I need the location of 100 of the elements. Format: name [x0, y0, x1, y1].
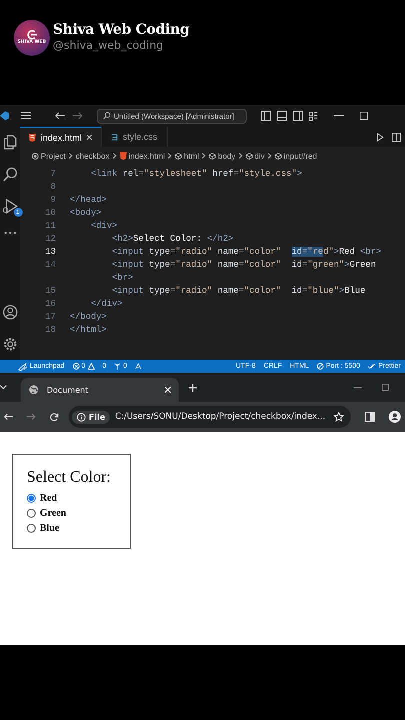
channel-handle: @shiva_web_coding	[53, 39, 165, 53]
double-check-icon	[368, 363, 376, 370]
settings-icon[interactable]	[2, 337, 18, 352]
cube-icon	[209, 152, 216, 160]
line-number: 15	[44, 285, 57, 298]
target-icon	[32, 152, 39, 160]
line-number: 17	[44, 311, 57, 324]
chevron-icon	[68, 153, 73, 159]
side-panel-icon[interactable]	[365, 412, 375, 422]
code-line: <input type="radio" name="color" id="red">Red <br>	[111, 246, 382, 259]
html-file-icon	[29, 134, 36, 142]
error-icon	[72, 363, 80, 370]
logo-icon	[26, 30, 38, 40]
antenna-icon	[114, 363, 122, 370]
panel-layout-icon[interactable]	[277, 111, 287, 121]
layout-grid-icon[interactable]	[309, 112, 318, 120]
files-icon[interactable]	[4, 135, 16, 150]
chevron-icon	[268, 153, 272, 159]
code-line: <input type="radio" name="color" id="green">Green	[111, 259, 376, 272]
css-file-icon	[111, 134, 118, 140]
new-tab-icon[interactable]	[189, 384, 197, 392]
html-file-icon	[120, 152, 127, 160]
radio-label: Blue	[40, 523, 60, 534]
dropdown-icon[interactable]	[0, 385, 7, 390]
radio-button[interactable]	[27, 509, 36, 518]
code-line: <h2>Select Color: </h2>	[111, 233, 234, 246]
profile-icon[interactable]	[389, 411, 401, 423]
reload-icon[interactable]	[50, 412, 59, 422]
url-text: C:/Users/SONU/Desktop/Project/checkbox/index...	[115, 412, 327, 422]
chevron-icon	[238, 153, 243, 159]
radio-label: Red	[40, 493, 58, 504]
no-entry-icon	[317, 363, 324, 370]
logo-icon[interactable]	[0, 110, 9, 122]
breadcrumb-item[interactable]: Project	[32, 152, 66, 160]
code-line: <br>	[111, 272, 134, 285]
line-number: 13	[44, 246, 57, 259]
code-line: <input type="radio" name="color" id="blue">Blue	[111, 285, 366, 298]
minimize-icon[interactable]	[334, 115, 344, 117]
code-line: <body>	[70, 207, 102, 220]
channel-name: Shiva Web Coding	[53, 21, 190, 39]
cube-icon	[246, 152, 253, 160]
maximize-icon[interactable]	[382, 384, 389, 391]
line-number: 12	[44, 233, 57, 246]
warning-icon	[88, 363, 95, 370]
editor-tab[interactable]: style.css	[102, 127, 168, 147]
status-item[interactable]	[135, 363, 142, 370]
back-arrow-icon[interactable]	[4, 413, 13, 421]
more-icon[interactable]	[4, 231, 16, 235]
panel-layout-icon[interactable]	[261, 111, 271, 121]
search-icon[interactable]	[2, 167, 18, 182]
rocket-icon	[18, 362, 28, 370]
close-icon[interactable]	[87, 135, 92, 140]
forward-arrow-icon[interactable]	[27, 413, 36, 421]
minimize-icon[interactable]	[354, 386, 362, 388]
line-number: 14	[44, 259, 57, 272]
chevron-icon	[168, 153, 172, 159]
breadcrumb-item[interactable]: checkbox	[76, 152, 110, 160]
editor-tab[interactable]: index.html	[20, 127, 102, 147]
breadcrumb-item[interactable]: div	[246, 152, 265, 160]
breadcrumb-item[interactable]: html	[175, 152, 200, 160]
line-number: 11	[44, 220, 57, 233]
maximize-icon[interactable]	[360, 112, 368, 120]
search-icon	[103, 112, 111, 120]
line-number: 16	[44, 298, 57, 311]
back-arrow-icon[interactable]	[55, 112, 65, 120]
run-icon[interactable]	[377, 132, 384, 142]
radio-button[interactable]	[27, 494, 36, 503]
code-line: <link rel="stylesheet" href="style.css">	[90, 168, 302, 181]
browser-tab[interactable]: Document	[21, 378, 179, 402]
code-line: </body>	[70, 311, 107, 324]
radio-label: Green	[40, 508, 66, 519]
globe-icon	[29, 385, 39, 395]
star-icon[interactable]	[334, 412, 344, 422]
menu-icon[interactable]	[21, 112, 31, 120]
forward-arrow-icon[interactable]	[73, 112, 83, 120]
breadcrumb-item[interactable]: body	[209, 152, 236, 160]
code-line: <div>	[90, 220, 118, 233]
breadcrumb-item[interactable]: index.html	[120, 152, 166, 160]
cube-icon	[274, 152, 282, 160]
panel-layout-icon[interactable]	[293, 111, 303, 121]
info-icon	[77, 412, 86, 422]
line-number: 7	[50, 168, 57, 181]
split-editor-icon[interactable]	[392, 132, 401, 142]
breadcrumb-item[interactable]: input#red	[274, 152, 318, 160]
form-heading: Select Color:	[27, 469, 112, 487]
line-number: 10	[44, 207, 57, 220]
chevron-icon	[112, 153, 117, 159]
site-info-chip[interactable]: File	[72, 410, 110, 424]
code-line: </head>	[70, 194, 107, 207]
code-line: </html>	[70, 324, 107, 337]
account-icon[interactable]	[2, 305, 18, 320]
line-number: 9	[50, 194, 57, 207]
cube-icon	[175, 152, 182, 160]
radio-button[interactable]	[27, 524, 36, 533]
line-number: 18	[44, 324, 57, 337]
share-icon	[135, 363, 142, 370]
line-number: 8	[50, 181, 57, 194]
address-bar[interactable]: File C:/Users/SONU/Desktop/Project/checkbox/index...	[69, 406, 351, 428]
chevron-icon	[202, 153, 206, 159]
run-debug-icon[interactable]	[2, 199, 18, 214]
